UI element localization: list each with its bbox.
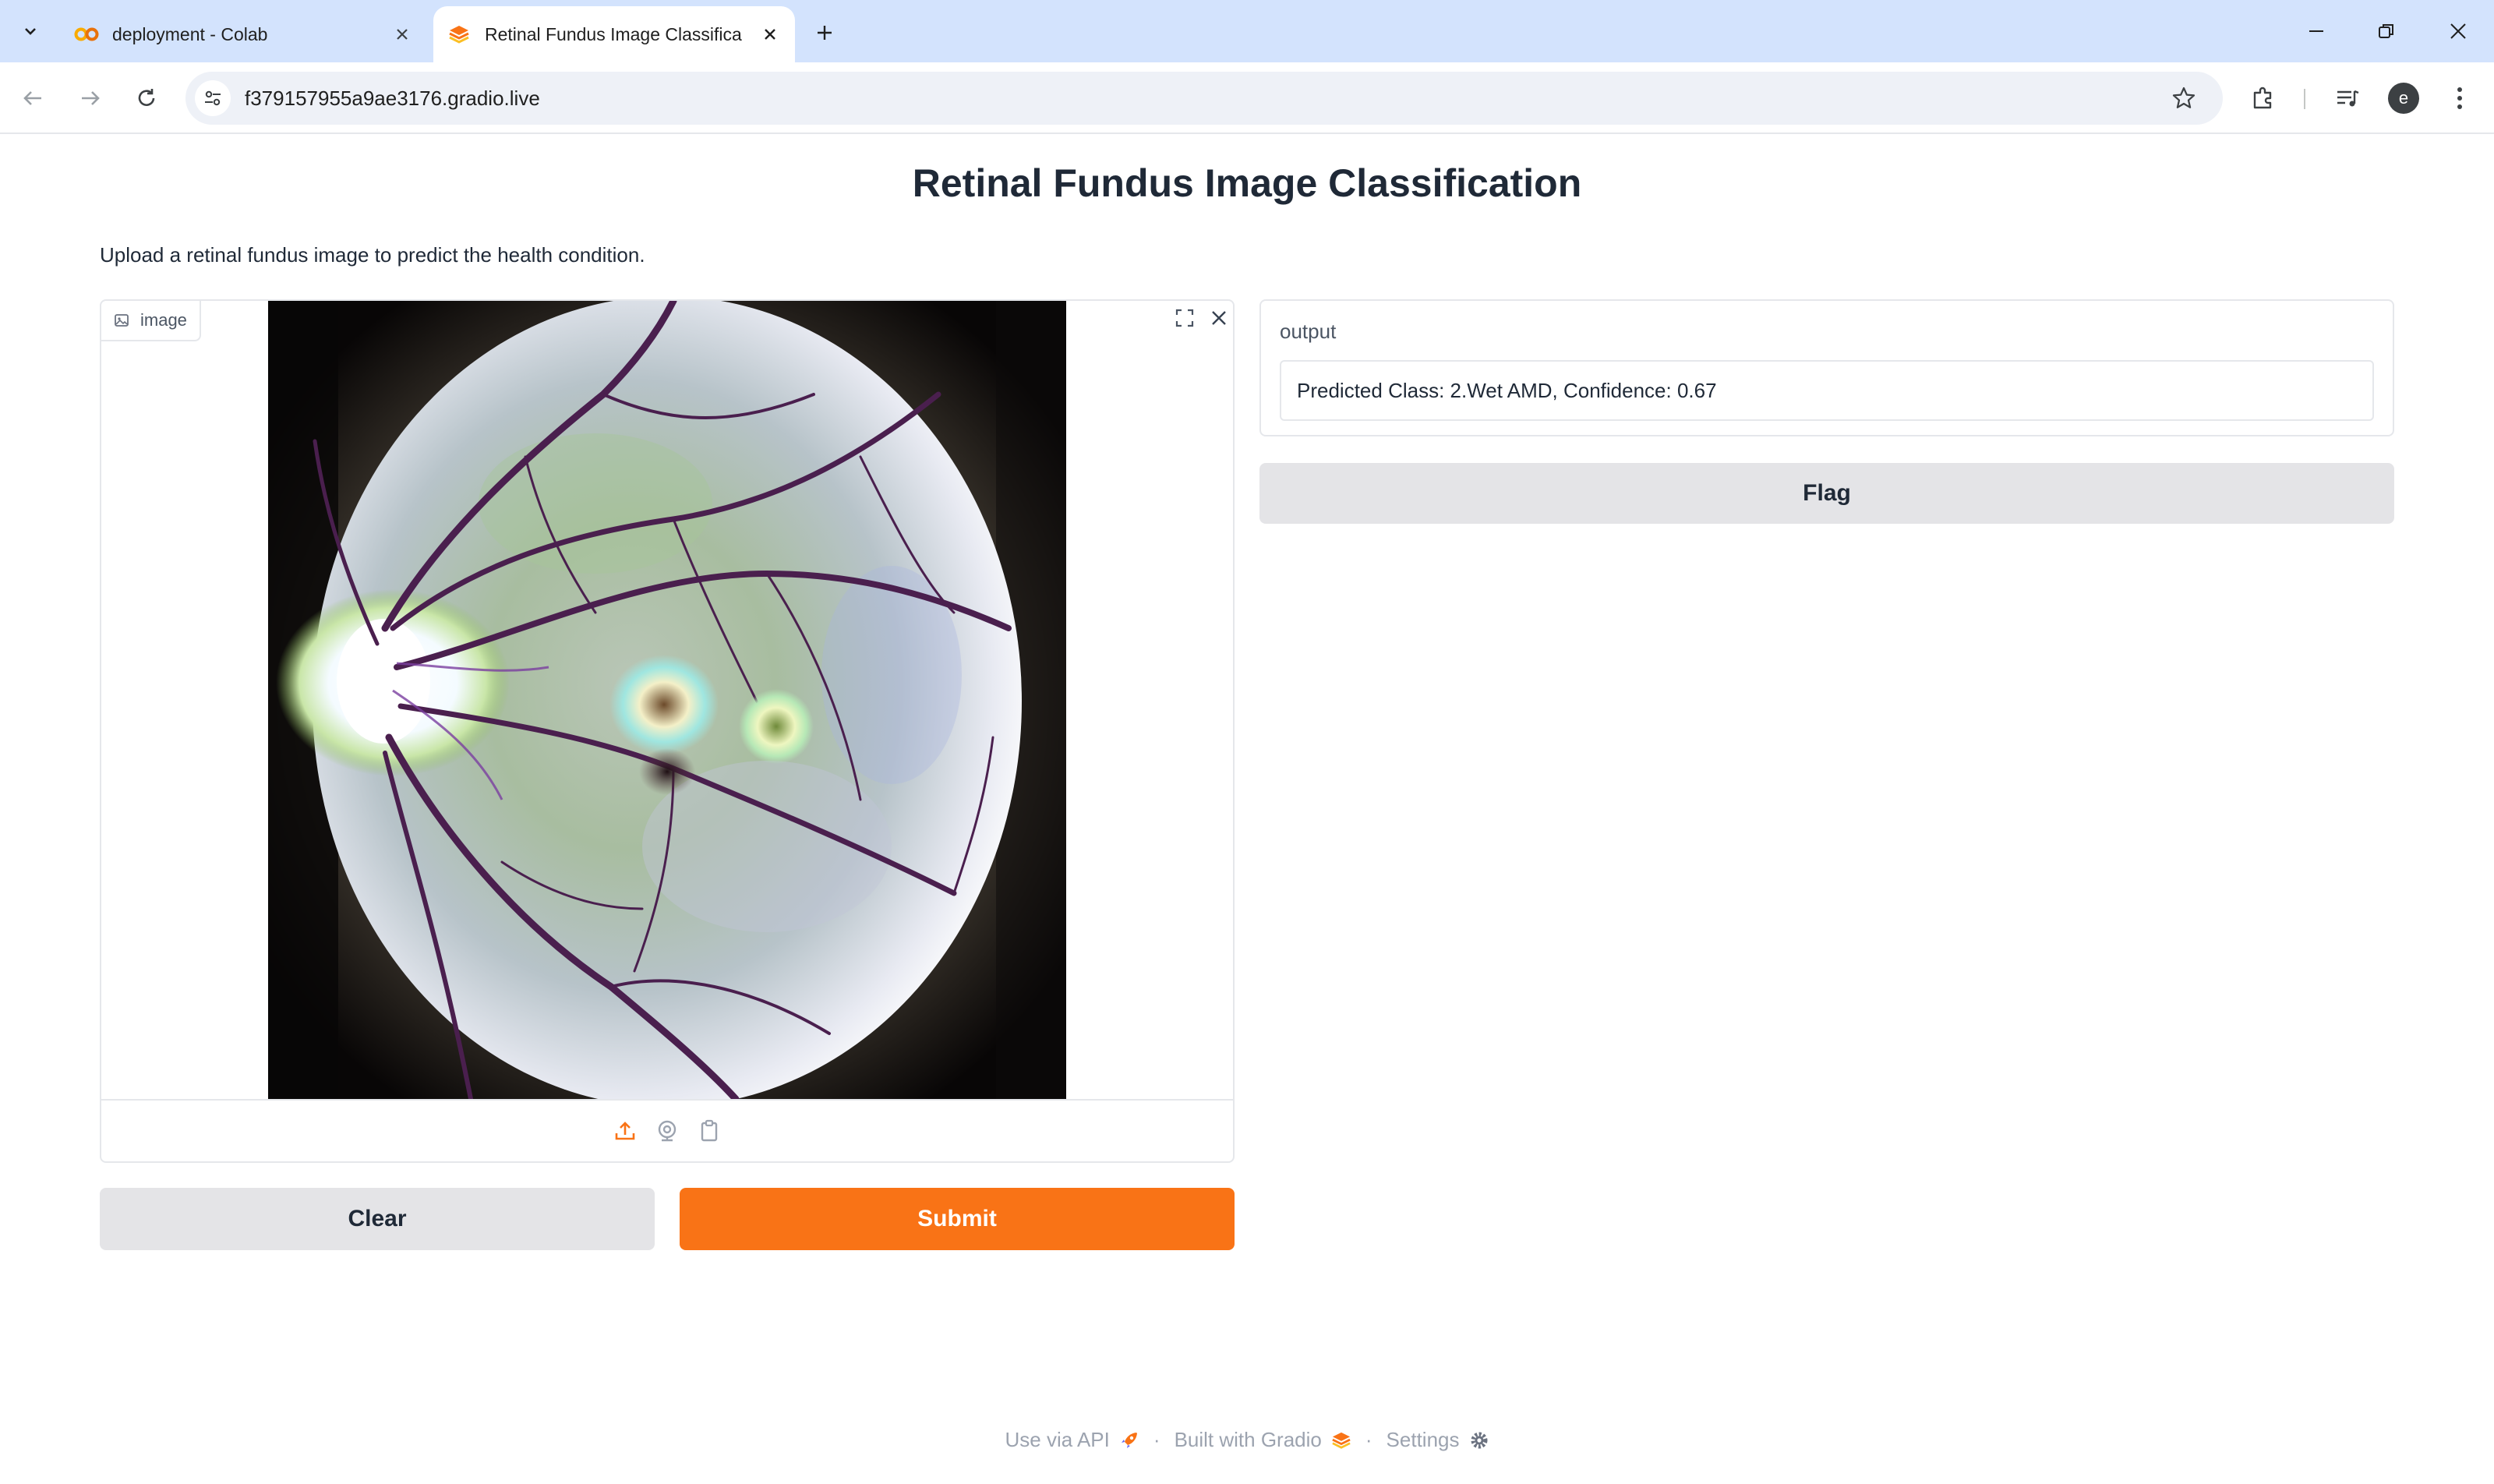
flag-button[interactable]: Flag [1259, 463, 2394, 524]
colab-icon [73, 21, 100, 48]
arrow-right-icon [82, 91, 100, 105]
site-info-icon[interactable] [195, 80, 231, 116]
close-icon [1212, 311, 1226, 325]
close-window-button[interactable] [2436, 11, 2480, 51]
page-description: Upload a retinal fundus image to predict… [100, 243, 645, 267]
browser-tab-bar: deployment - Colab Retinal Fundus Image … [0, 0, 2494, 62]
settings-link[interactable]: Settings [1387, 1428, 1460, 1452]
gradio-icon [1331, 1431, 1351, 1450]
arrow-left-icon [23, 91, 41, 105]
image-source-bar [101, 1099, 1233, 1161]
image-input-panel[interactable]: image [100, 296, 1236, 1163]
upload-icon[interactable] [610, 1116, 640, 1146]
page-title: Retinal Fundus Image Classification [912, 161, 1582, 205]
minimize-icon [2309, 30, 2323, 32]
footer-separator: · [1365, 1428, 1372, 1451]
image-icon [114, 313, 129, 328]
media-control-icon[interactable] [2329, 80, 2366, 117]
output-textbox[interactable]: Predicted Class: 2.Wet AMD, Confidence: … [1280, 360, 2374, 421]
clear-button[interactable]: Clear [100, 1188, 655, 1250]
footer-separator: · [1153, 1428, 1160, 1451]
image-label-text: image [140, 310, 187, 330]
close-icon[interactable] [387, 19, 418, 50]
reload-icon [138, 89, 155, 106]
image-input-label: image [101, 301, 201, 341]
plus-icon [818, 26, 832, 40]
use-via-api-link[interactable]: Use via API [1005, 1428, 1109, 1452]
more-menu-icon[interactable] [2441, 80, 2478, 117]
close-icon[interactable] [754, 19, 786, 50]
profile-avatar[interactable]: e [2388, 83, 2419, 114]
toolbar-divider [2304, 89, 2305, 109]
submit-button[interactable]: Submit [680, 1188, 1235, 1250]
tab-search-button[interactable] [12, 14, 48, 48]
restore-icon [2379, 24, 2393, 38]
bookmark-star-icon[interactable] [2165, 80, 2203, 117]
tab-title: Retinal Fundus Image Classifica [485, 23, 742, 44]
reload-button[interactable] [129, 81, 164, 115]
webcam-icon[interactable] [652, 1116, 682, 1146]
fullscreen-icon [1175, 309, 1194, 327]
url-text: f379157955a9ae3176.gradio.live [245, 86, 540, 110]
clipboard-icon[interactable] [694, 1116, 724, 1146]
output-label: output [1280, 320, 1337, 343]
chevron-down-icon [25, 28, 36, 35]
address-bar[interactable]: f379157955a9ae3176.gradio.live [185, 72, 2223, 125]
gear-icon [1469, 1430, 1489, 1450]
forward-button[interactable] [73, 81, 108, 115]
extensions-icon[interactable] [2245, 80, 2282, 117]
gradio-icon [446, 21, 472, 48]
rocket-icon [1119, 1430, 1139, 1450]
tab-title: deployment - Colab [112, 23, 268, 44]
fundus-image [268, 296, 1066, 1107]
output-panel: output Predicted Class: 2.Wet AMD, Confi… [1259, 299, 2394, 436]
browser-toolbar: f379157955a9ae3176.gradio.live e [0, 62, 2494, 134]
built-with-gradio-link[interactable]: Built with Gradio [1175, 1428, 1322, 1452]
remove-image-button[interactable] [1202, 301, 1236, 335]
restore-button[interactable] [2365, 11, 2408, 51]
back-button[interactable] [16, 81, 50, 115]
footer: Use via API · Built with Gradio · Settin… [0, 1428, 2494, 1452]
close-icon [2450, 23, 2466, 39]
tab-gradio-app[interactable]: Retinal Fundus Image Classifica [433, 6, 795, 62]
minimize-button[interactable] [2294, 11, 2338, 51]
tab-colab[interactable]: deployment - Colab [61, 6, 427, 62]
fullscreen-button[interactable] [1168, 301, 1202, 335]
new-tab-button[interactable] [807, 16, 842, 50]
